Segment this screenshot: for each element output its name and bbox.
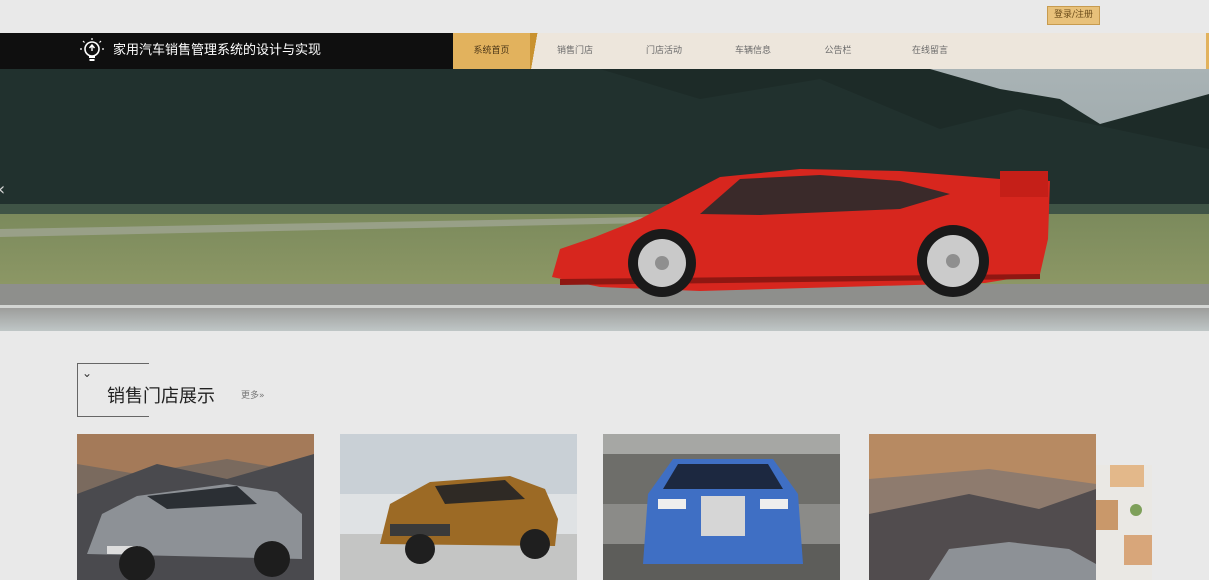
blue-luxury-sedan-image xyxy=(603,434,840,580)
lightbulb-logo-icon xyxy=(80,38,104,61)
nav-item-messages[interactable]: 在线留言 xyxy=(893,33,967,69)
more-link[interactable]: 更多» xyxy=(241,388,265,401)
store-card[interactable] xyxy=(869,434,1096,580)
site-header: 家用汽车销售管理系统的设计与实现 系统首页 销售门店 门店活动 车辆信息 公告栏… xyxy=(0,33,1209,69)
next-card-peek xyxy=(1096,465,1152,580)
store-card[interactable] xyxy=(340,434,577,580)
grey-electric-suv-image xyxy=(77,434,314,580)
nav-active-edge xyxy=(530,33,540,69)
chevron-left-icon[interactable]: ‹ xyxy=(0,179,5,200)
nav-item-vehicles[interactable]: 车辆信息 xyxy=(717,33,789,69)
section-title: 销售门店展示 xyxy=(107,386,215,407)
login-register-button[interactable]: 登录/注册 xyxy=(1047,6,1100,25)
brand-bar: 家用汽车销售管理系统的设计与实现 xyxy=(0,33,453,69)
chevron-down-icon: ⌄ xyxy=(82,366,93,380)
food-image xyxy=(1096,465,1152,580)
nav-item-home[interactable]: 系统首页 xyxy=(453,33,530,69)
nav-item-notices[interactable]: 公告栏 xyxy=(803,33,873,69)
nav-item-stores[interactable]: 销售门店 xyxy=(540,33,610,69)
main-nav: 系统首页 销售门店 门店活动 车辆信息 公告栏 在线留言 xyxy=(453,33,1209,69)
store-card[interactable] xyxy=(603,434,840,580)
store-card[interactable] xyxy=(77,434,314,580)
site-title: 家用汽车销售管理系统的设计与实现 xyxy=(113,43,322,58)
nav-item-store-events[interactable]: 门店活动 xyxy=(628,33,700,69)
banner-image xyxy=(0,69,1209,331)
top-bar: 登录/注册 xyxy=(0,0,1209,33)
bronze-suv-image xyxy=(340,434,577,580)
hero-banner[interactable]: ‹ xyxy=(0,69,1209,331)
suv-sunset-image xyxy=(869,434,1096,580)
